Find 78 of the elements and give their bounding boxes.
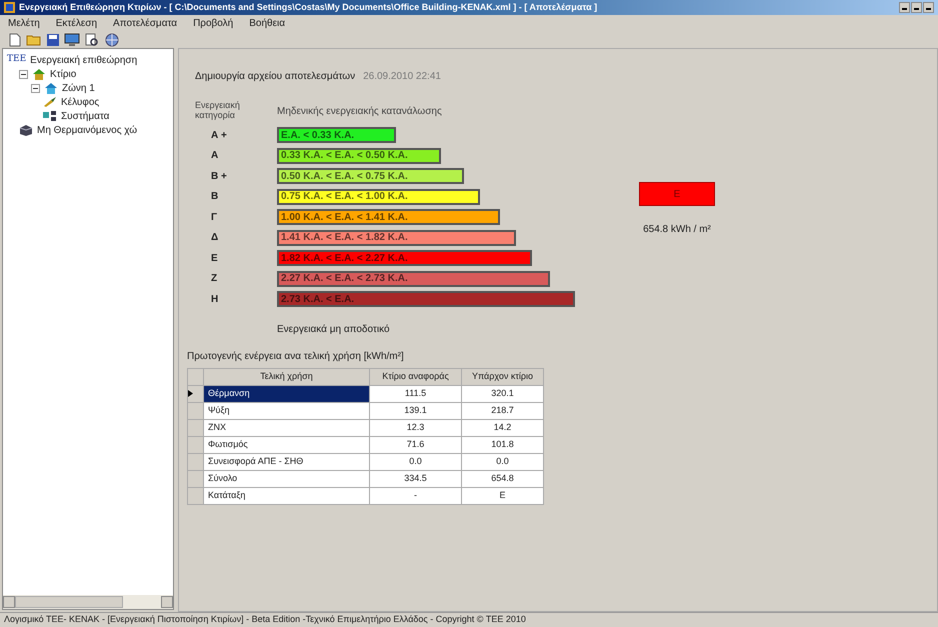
expander-icon[interactable] [19, 70, 28, 78]
energy-grade: Α + [211, 128, 228, 143]
table-cell: 12.3 [370, 419, 462, 436]
column-header[interactable]: Τελική χρήση [204, 368, 370, 385]
table-cell: 654.8 [462, 470, 544, 487]
tree-item[interactable]: Συστήματα [61, 108, 110, 124]
energy-grade: Ζ [211, 272, 218, 286]
table-cell: Θέρμανση [204, 385, 370, 402]
energy-band: 1.41 Κ.Α. < Ε.Α. < 1.82 Κ.Α. [277, 230, 516, 246]
window-title: Ενεργειακή Επιθεώρηση Κτιρίων - [ C:\Documents and Settings\Costas\My Documents\Office Building-KENAK.xml ] - [ Αποτελέσματα ] [19, 0, 598, 14]
rating-indicator: Ε [639, 182, 715, 206]
menu-item[interactable]: Αποτελέσματα [113, 16, 178, 31]
app-icon [4, 2, 15, 13]
box-icon [19, 124, 33, 136]
table-cell: 139.1 [370, 402, 462, 419]
table-cell: 0.0 [370, 453, 462, 470]
created-label: Δημιουργία αρχείου αποτελεσμάτων [195, 70, 356, 84]
bottom-label: Ενεργειακά μη αποδοτικό [277, 322, 391, 336]
energy-band: 2.73 Κ.Α. < Ε.Α. [277, 291, 575, 308]
table-cell: Κατάταξη [204, 487, 370, 504]
minimize-button[interactable] [899, 2, 910, 13]
category-label: Ενεργειακή κατηγορία [195, 100, 241, 122]
energy-value: 654.8 kWh / m² [643, 223, 711, 237]
energy-grade: Β + [211, 170, 228, 184]
energy-grade: Α [211, 149, 220, 164]
top-label: Μηδενικής ενεργειακής κατανάλωσης [277, 105, 443, 119]
tree-item[interactable]: Μη Θερμαινόμενος χώ [37, 122, 138, 138]
brush-icon [43, 97, 57, 107]
tree-item[interactable]: Κέλυφος [61, 94, 100, 110]
energy-band: 1.82 Κ.Α. < Ε.Α. < 2.27 Κ.Α. [277, 250, 532, 266]
created-date: 26.09.2010 22:41 [363, 70, 441, 84]
energy-grade: Β [211, 190, 220, 204]
energy-grade: Γ [211, 210, 218, 225]
tree-item[interactable]: Κτίριο [50, 66, 76, 82]
table-cell: 218.7 [462, 402, 544, 419]
table-cell: ΖΝΧ [204, 419, 370, 436]
table-cell: 320.1 [462, 385, 544, 402]
table-cell: 71.6 [370, 436, 462, 453]
table-cell: 14.2 [462, 419, 544, 436]
menu-item[interactable]: Μελέτη [8, 16, 40, 31]
menu-item[interactable]: Προβολή [193, 16, 234, 31]
network-icon [43, 111, 57, 121]
expander-icon[interactable] [31, 84, 40, 92]
energy-band: 0.50 Κ.Α. < Ε.Α. < 0.75 Κ.Α. [277, 168, 464, 184]
table-cell: 101.8 [462, 436, 544, 453]
house-icon [32, 68, 46, 80]
energy-grade: Η [211, 292, 220, 307]
table-cell: Ψύξη [204, 402, 370, 419]
house-icon [44, 82, 58, 94]
energy-band: 0.33 Κ.Α. < Ε.Α. < 0.50 Κ.Α. [277, 148, 441, 164]
column-header[interactable]: Υπάρχον κτίριο [462, 368, 544, 385]
table-cell: Ε [462, 487, 544, 504]
menu-item[interactable]: Βοήθεια [249, 16, 286, 31]
status-bar: Λογισμικό ΤΕΕ- ΚΕΝΑΚ - [Ενεργειακή Πιστοποίηση Κτιρίων] - Beta Edition -Τεχνικό Επιμελητήριο Ελλάδος - Copyright © ΤΕΕ 2010 [0, 612, 938, 627]
energy-band: 1.00 Κ.Α. < Ε.Α. < 1.41 Κ.Α. [277, 209, 500, 226]
energy-grade: Δ [211, 231, 220, 246]
column-header[interactable]: Κτίριο αναφοράς [370, 368, 462, 385]
globe-icon[interactable] [104, 33, 120, 47]
table-cell: 334.5 [370, 470, 462, 487]
table-cell: Συνεισφορά ΑΠΕ - ΣΗΘ [204, 453, 370, 470]
tree-item[interactable]: Ενεργειακή επιθεώρηση [30, 52, 138, 68]
menu-item[interactable]: Εκτέλεση [56, 16, 98, 31]
table-cell: - [370, 487, 462, 504]
save-icon[interactable] [46, 33, 60, 47]
horizontal-scrollbar[interactable] [3, 595, 173, 609]
energy-band: Ε.Α. < 0.33 Κ.Α. [277, 127, 396, 144]
table-title: Πρωτογενής ενέργεια ανα τελική χρήση [kWh/m²] [187, 350, 405, 364]
tree-prefix: ΤΕΕ [7, 53, 26, 66]
monitor-icon[interactable] [64, 33, 80, 47]
tree-item[interactable]: Ζώνη 1 [62, 80, 95, 96]
table-cell: Σύνολο [204, 470, 370, 487]
energy-band: 0.75 Κ.Α. < Ε.Α. < 1.00 Κ.Α. [277, 188, 480, 205]
table-cell: Φωτισμός [204, 436, 370, 453]
table-cell: 111.5 [370, 385, 462, 402]
energy-band: 2.27 Κ.Α. < Ε.Α. < 2.73 Κ.Α. [277, 270, 550, 287]
energy-grade: Ε [211, 252, 219, 266]
table-cell: 0.0 [462, 453, 544, 470]
print-preview-icon[interactable] [84, 33, 100, 47]
